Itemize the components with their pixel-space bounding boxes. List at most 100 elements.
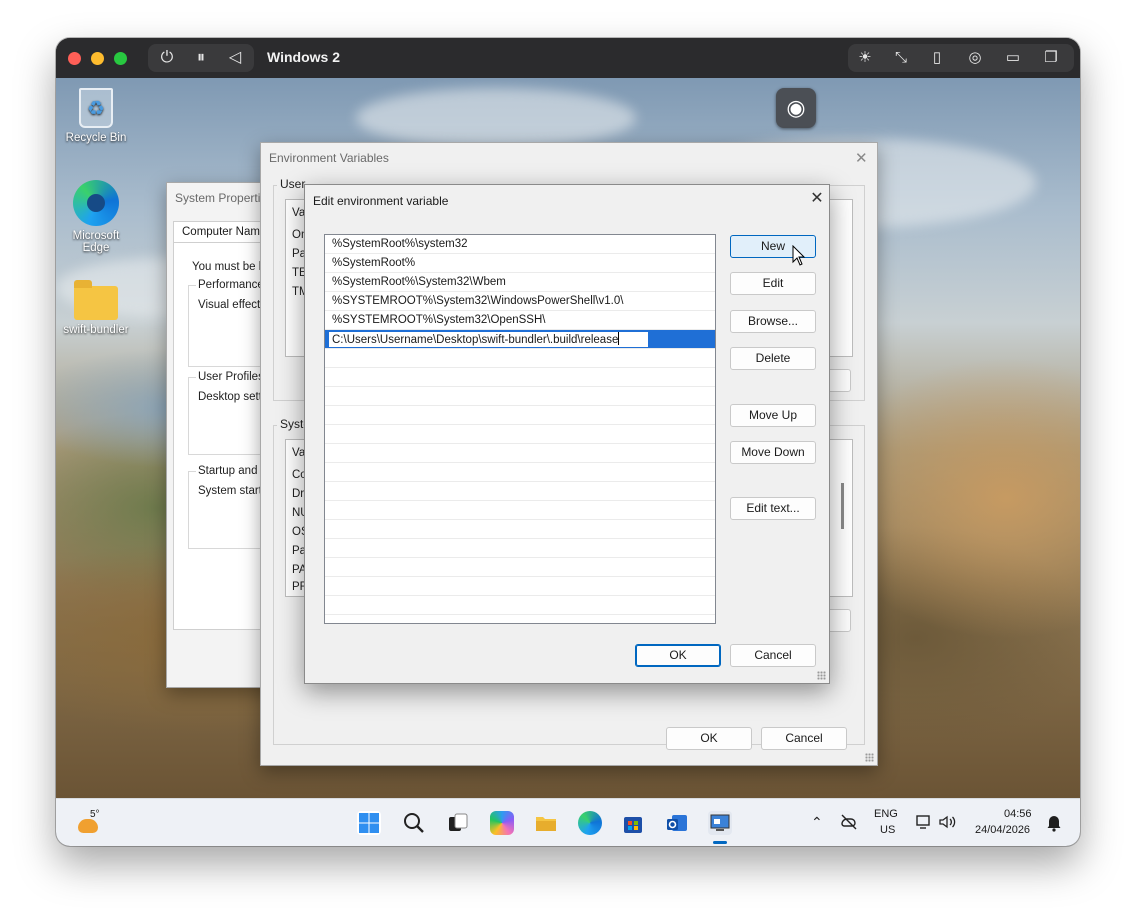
list-item[interactable]: %SYSTEMROOT%\System32\OpenSSH\ bbox=[325, 311, 715, 330]
volume-icon[interactable] bbox=[938, 814, 958, 833]
delete-button[interactable]: Delete bbox=[730, 347, 816, 370]
recycle-bin-shortcut[interactable]: ♻ Recycle Bin bbox=[56, 88, 136, 144]
zoom-window-button[interactable] bbox=[114, 52, 127, 65]
window-icon[interactable]: ❐ bbox=[1036, 44, 1066, 72]
empty-row[interactable] bbox=[325, 596, 715, 615]
control-panel-icon[interactable] bbox=[708, 811, 732, 835]
brightness-icon[interactable]: ☀ bbox=[850, 44, 880, 72]
empty-row[interactable] bbox=[325, 577, 715, 596]
environment-variables-title: Environment Variables bbox=[269, 151, 389, 165]
chevron-up-icon[interactable]: ⌃ bbox=[811, 814, 823, 831]
learn-about-picture-icon[interactable]: ◉ bbox=[776, 88, 816, 128]
swift-bundler-shortcut[interactable]: swift-bundler bbox=[56, 280, 136, 336]
minimize-window-button[interactable] bbox=[91, 52, 104, 65]
mouse-cursor-icon bbox=[792, 245, 806, 266]
copilot-icon[interactable] bbox=[490, 811, 514, 835]
clock-time[interactable]: 04:56 bbox=[1004, 808, 1032, 820]
list-item[interactable]: %SystemRoot% bbox=[325, 254, 715, 273]
desktop-settings-text: Desktop setti bbox=[198, 391, 265, 403]
env-ok-button[interactable]: OK bbox=[666, 727, 752, 750]
resize-grip[interactable] bbox=[817, 671, 826, 680]
text-caret bbox=[618, 332, 620, 345]
empty-row[interactable] bbox=[325, 387, 715, 406]
taskbar: 5° ⌃ ENG US 04:56 24/04/2026 bbox=[56, 798, 1080, 846]
scrollbar[interactable] bbox=[841, 483, 844, 529]
recycle-bin-icon: ♻ bbox=[79, 88, 113, 128]
system-startup-text: System startu bbox=[198, 485, 269, 497]
move-up-button[interactable]: Move Up bbox=[730, 404, 816, 427]
edge-shortcut[interactable]: Microsoft Edge bbox=[56, 180, 136, 254]
performance-label: Performance bbox=[196, 279, 266, 291]
language-secondary[interactable]: US bbox=[880, 824, 895, 836]
empty-row[interactable] bbox=[325, 406, 715, 425]
env-cancel-button[interactable]: Cancel bbox=[761, 727, 847, 750]
back-icon[interactable]: ◁ bbox=[220, 44, 250, 72]
edge-icon[interactable] bbox=[578, 811, 602, 835]
close-window-button[interactable] bbox=[68, 52, 81, 65]
notification-bell-icon[interactable] bbox=[1046, 814, 1062, 835]
mouse-icon[interactable]: ▯ bbox=[922, 44, 952, 72]
path-edit-value: C:\Users\Username\Desktop\swift-bundler\… bbox=[332, 334, 619, 346]
language-primary[interactable]: ENG bbox=[874, 808, 898, 820]
list-item[interactable]: %SYSTEMROOT%\System32\WindowsPowerShell\… bbox=[325, 292, 715, 311]
vm-controls: ⏻ ⏸ ◁ bbox=[148, 44, 254, 72]
network-off-icon[interactable] bbox=[840, 814, 858, 833]
outlook-icon[interactable] bbox=[665, 811, 689, 835]
close-icon[interactable]: ✕ bbox=[807, 189, 827, 209]
weather-widget[interactable]: 5° bbox=[76, 809, 106, 839]
empty-row[interactable] bbox=[325, 558, 715, 577]
clock-date[interactable]: 24/04/2026 bbox=[975, 824, 1030, 836]
empty-row[interactable] bbox=[325, 520, 715, 539]
weather-temperature: 5° bbox=[90, 809, 100, 820]
path-edit-input[interactable]: C:\Users\Username\Desktop\swift-bundler\… bbox=[328, 331, 649, 348]
store-icon[interactable] bbox=[621, 811, 645, 835]
start-icon[interactable] bbox=[357, 811, 381, 835]
folder-icon bbox=[74, 280, 118, 320]
move-down-button[interactable]: Move Down bbox=[730, 441, 816, 464]
display-icon[interactable] bbox=[916, 814, 934, 833]
empty-row[interactable] bbox=[325, 368, 715, 387]
vm-tools: ☀ ⤡ ▯ ◎ ▭ ❐ bbox=[848, 44, 1074, 72]
list-item[interactable]: %SystemRoot%\System32\Wbem bbox=[325, 273, 715, 292]
disc-icon[interactable]: ◎ bbox=[960, 44, 990, 72]
resize-icon[interactable]: ⤡ bbox=[886, 44, 916, 72]
cancel-button[interactable]: Cancel bbox=[730, 644, 816, 667]
admin-notice: You must be lo bbox=[192, 261, 268, 273]
resize-grip[interactable] bbox=[865, 753, 874, 762]
task-view-icon[interactable] bbox=[446, 811, 470, 835]
empty-row[interactable] bbox=[325, 425, 715, 444]
search-icon[interactable] bbox=[402, 811, 426, 835]
path-list[interactable]: %SystemRoot%\system32 %SystemRoot% %Syst… bbox=[324, 234, 716, 624]
visual-effects-text: Visual effects bbox=[198, 299, 266, 311]
vm-title: Windows 2 bbox=[267, 49, 340, 65]
list-item[interactable]: Dr bbox=[292, 488, 304, 500]
edit-environment-variable-dialog: Edit environment variable ✕ %SystemRoot%… bbox=[304, 184, 830, 684]
edit-text-button[interactable]: Edit text... bbox=[730, 497, 816, 520]
desktop: ♻ Recycle Bin Microsoft Edge swift-bundl… bbox=[56, 78, 1080, 798]
browse-button[interactable]: Browse... bbox=[730, 310, 816, 333]
weather-sun-icon bbox=[78, 819, 98, 833]
empty-row[interactable] bbox=[325, 539, 715, 558]
user-profiles-label: User Profiles bbox=[196, 371, 266, 383]
edit-button[interactable]: Edit bbox=[730, 272, 816, 295]
ok-button[interactable]: OK bbox=[635, 644, 721, 667]
folder-share-icon[interactable]: ▭ bbox=[998, 44, 1028, 72]
edge-icon bbox=[73, 180, 119, 226]
empty-row[interactable] bbox=[325, 349, 715, 368]
active-app-indicator bbox=[713, 841, 727, 844]
empty-row[interactable] bbox=[325, 482, 715, 501]
power-icon[interactable]: ⏻ bbox=[152, 44, 182, 72]
close-icon[interactable]: ✕ bbox=[855, 149, 868, 167]
edge-label: Microsoft Edge bbox=[72, 230, 120, 254]
vm-titlebar: ⏻ ⏸ ◁ Windows 2 ☀ ⤡ ▯ ◎ ▭ ❐ bbox=[56, 38, 1080, 78]
swift-bundler-label: swift-bundler bbox=[63, 324, 129, 336]
dialog-title: Edit environment variable bbox=[313, 194, 449, 208]
list-item[interactable]: %SystemRoot%\system32 bbox=[325, 235, 715, 254]
vm-window: ⏻ ⏸ ◁ Windows 2 ☀ ⤡ ▯ ◎ ▭ ❐ ♻ Recycle Bi… bbox=[56, 38, 1080, 846]
file-explorer-icon[interactable] bbox=[534, 811, 558, 835]
empty-row[interactable] bbox=[325, 463, 715, 482]
pause-icon[interactable]: ⏸ bbox=[186, 44, 216, 72]
empty-row[interactable] bbox=[325, 501, 715, 520]
list-item-editing[interactable]: C:\Users\Username\Desktop\swift-bundler\… bbox=[325, 330, 715, 349]
empty-row[interactable] bbox=[325, 444, 715, 463]
